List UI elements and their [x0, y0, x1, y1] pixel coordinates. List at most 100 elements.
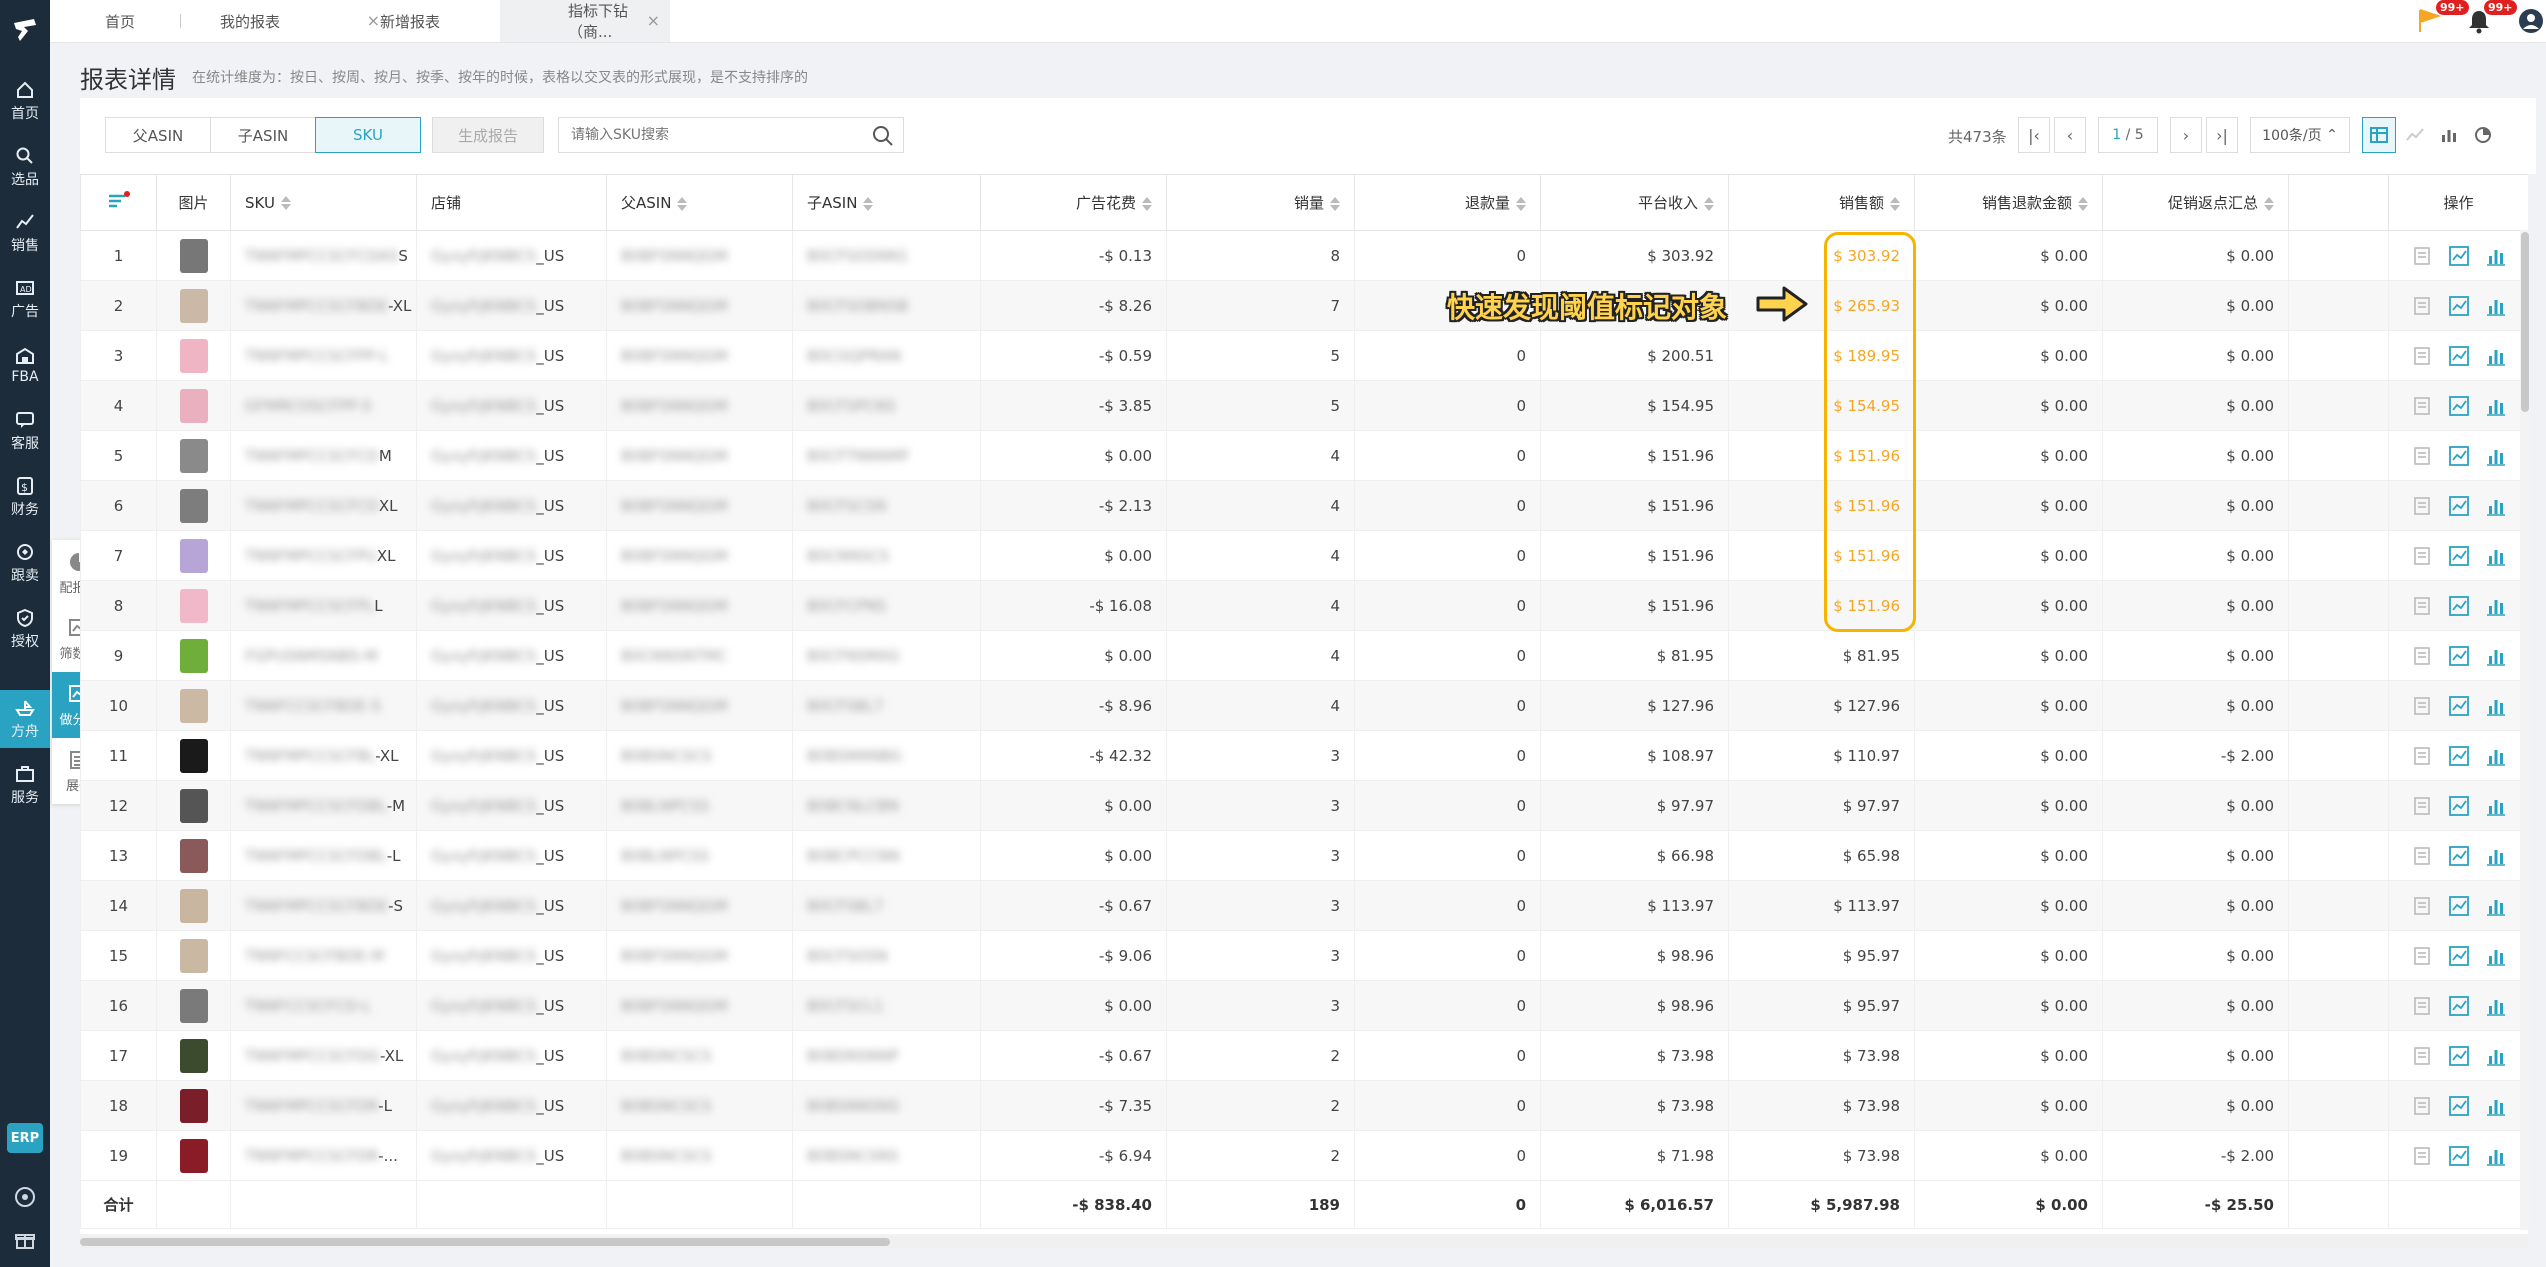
- table-row[interactable]: 4 GFMRCOSCFPP-S GyxyfrJKNBCS_US B0BFSNNQGM B…: [80, 380, 2528, 431]
- bar-chart-icon[interactable]: [2485, 245, 2507, 267]
- bar-chart-icon[interactable]: [2485, 945, 2507, 967]
- bar-chart-icon[interactable]: [2485, 895, 2507, 917]
- sort-icon[interactable]: [863, 197, 873, 211]
- trend-chart-icon[interactable]: [2448, 695, 2470, 717]
- detail-doc-icon[interactable]: [2411, 1095, 2433, 1117]
- trend-chart-icon[interactable]: [2448, 595, 2470, 617]
- sort-icon[interactable]: [2078, 197, 2088, 211]
- bar-chart-icon[interactable]: [2485, 795, 2507, 817]
- sort-icon[interactable]: [2264, 197, 2274, 211]
- table-row[interactable]: 17 TNNFMPCCSCFDG-XL GyxyfrJKNBCS_US B0BSNCS…: [80, 1030, 2528, 1081]
- product-image[interactable]: [156, 980, 231, 1031]
- table-row[interactable]: 1 TNNFMPCCSCFCDASS GyxyfrJKNBCS_US B0BFSNNQ…: [80, 230, 2528, 281]
- avatar[interactable]: [2516, 6, 2546, 36]
- bar-view-button[interactable]: [2432, 117, 2466, 153]
- product-image[interactable]: [156, 1030, 231, 1081]
- sort-icon[interactable]: [1704, 197, 1714, 211]
- trend-chart-icon[interactable]: [2448, 945, 2470, 967]
- product-image[interactable]: [156, 680, 231, 731]
- detail-doc-icon[interactable]: [2411, 345, 2433, 367]
- detail-doc-icon[interactable]: [2411, 995, 2433, 1017]
- detail-doc-icon[interactable]: [2411, 495, 2433, 517]
- bar-chart-icon[interactable]: [2485, 995, 2507, 1017]
- segment-parent-asin[interactable]: 父ASIN: [105, 117, 211, 153]
- erp-badge[interactable]: ERP: [7, 1123, 43, 1153]
- product-image[interactable]: [156, 530, 231, 581]
- bar-chart-icon[interactable]: [2485, 395, 2507, 417]
- sort-icon[interactable]: [1516, 197, 1526, 211]
- product-image[interactable]: [156, 1080, 231, 1131]
- product-image[interactable]: [156, 730, 231, 781]
- page-size-select[interactable]: 100条/页 ⌃: [2250, 117, 2350, 153]
- trend-chart-icon[interactable]: [2448, 445, 2470, 467]
- trend-chart-icon[interactable]: [2448, 1045, 2470, 1067]
- detail-doc-icon[interactable]: [2411, 395, 2433, 417]
- prev-page-button[interactable]: ‹: [2054, 117, 2086, 153]
- trend-chart-icon[interactable]: [2448, 845, 2470, 867]
- tab-home[interactable]: 首页: [85, 0, 205, 42]
- table-row[interactable]: 8 TNNFMPCCSCFPLL GyxyfrJKNBCS_US B0BFSNNQGM…: [80, 580, 2528, 631]
- bar-chart-icon[interactable]: [2485, 295, 2507, 317]
- page-number-input[interactable]: 1 / 5: [2098, 117, 2158, 153]
- nav-item-chart-line[interactable]: 销售: [0, 204, 50, 262]
- segment-child-asin[interactable]: 子ASIN: [210, 117, 316, 153]
- col-refund-qty[interactable]: 退款量: [1354, 174, 1541, 231]
- sort-icon[interactable]: [1890, 197, 1900, 211]
- table-row[interactable]: 11 TNNFMPCCSCFBL-XL GyxyfrJKNBCS_US B0BSNCS…: [80, 730, 2528, 781]
- trend-chart-icon[interactable]: [2448, 1145, 2470, 1167]
- help-icon[interactable]: [13, 1185, 37, 1209]
- product-image[interactable]: [156, 880, 231, 931]
- bar-chart-icon[interactable]: [2485, 845, 2507, 867]
- product-image[interactable]: [156, 480, 231, 531]
- product-image[interactable]: [156, 630, 231, 681]
- nav-item-warehouse[interactable]: FBA: [0, 336, 50, 394]
- column-settings[interactable]: [80, 174, 157, 231]
- first-page-button[interactable]: |‹: [2018, 117, 2050, 153]
- sort-icon[interactable]: [1142, 197, 1152, 211]
- nav-item-follow[interactable]: 跟卖: [0, 534, 50, 592]
- product-image[interactable]: [156, 230, 231, 281]
- product-image[interactable]: [156, 830, 231, 881]
- trend-chart-icon[interactable]: [2448, 895, 2470, 917]
- sort-icon[interactable]: [1330, 197, 1340, 211]
- product-image[interactable]: [156, 380, 231, 431]
- table-row[interactable]: 19 TNNFMPCCSCFDR-... GyxyfrJKNBCS_US B0BSNC…: [80, 1130, 2528, 1181]
- col-sku[interactable]: SKU: [230, 174, 417, 231]
- horizontal-scroll-thumb[interactable]: [80, 1238, 890, 1246]
- detail-doc-icon[interactable]: [2411, 245, 2433, 267]
- product-image[interactable]: [156, 580, 231, 631]
- close-icon[interactable]: ×: [647, 11, 660, 30]
- trend-chart-icon[interactable]: [2448, 1095, 2470, 1117]
- nav-item-search[interactable]: 选品: [0, 138, 50, 196]
- product-image[interactable]: [156, 780, 231, 831]
- detail-doc-icon[interactable]: [2411, 695, 2433, 717]
- trend-chart-icon[interactable]: [2448, 495, 2470, 517]
- col-promo-rebate[interactable]: 促销返点汇总: [2102, 174, 2289, 231]
- tab-metric-drilldown[interactable]: 指标下钻（商... ×: [500, 0, 670, 42]
- generate-report-button[interactable]: 生成报告: [432, 117, 544, 153]
- trend-chart-icon[interactable]: [2448, 295, 2470, 317]
- detail-doc-icon[interactable]: [2411, 795, 2433, 817]
- horizontal-scrollbar[interactable]: [80, 1236, 2528, 1248]
- product-image[interactable]: [156, 930, 231, 981]
- table-row[interactable]: 6 TNNFMPCCSCFCDXL GyxyfrJKNBCS_US B0BFSNNQG…: [80, 480, 2528, 531]
- table-row[interactable]: 5 TNNFMPCCSCFCDM GyxyfrJKNBCS_US B0BFSNNQGM…: [80, 430, 2528, 481]
- col-refund-amount[interactable]: 销售退款金额: [1914, 174, 2103, 231]
- table-row[interactable]: 14 TNNFMPCCSCFBDE-S GyxyfrJKNBCS_US B0BFSNN…: [80, 880, 2528, 931]
- app-logo[interactable]: [0, 8, 50, 52]
- sort-icon[interactable]: [281, 196, 291, 210]
- nav-item-home[interactable]: 首页: [0, 72, 50, 130]
- bar-chart-icon[interactable]: [2485, 745, 2507, 767]
- sku-search-input[interactable]: [558, 117, 904, 153]
- bar-chart-icon[interactable]: [2485, 445, 2507, 467]
- bar-chart-icon[interactable]: [2485, 545, 2507, 567]
- sort-icon[interactable]: [677, 197, 687, 211]
- product-image[interactable]: [156, 430, 231, 481]
- col-parent-asin[interactable]: 父ASIN: [606, 174, 793, 231]
- table-row[interactable]: 10 TNNFCCSCFBDE-S GyxyfrJKNBCS_US B0BFSNNQG…: [80, 680, 2528, 731]
- bar-chart-icon[interactable]: [2485, 495, 2507, 517]
- trend-chart-icon[interactable]: [2448, 345, 2470, 367]
- vertical-scrollbar[interactable]: [2520, 230, 2530, 1230]
- table-row[interactable]: 9 FGPUSNMSNBS-M GyxyfrJKNBCS_US B0CNNSNTMC B…: [80, 630, 2528, 681]
- col-ad-spend[interactable]: 广告花费: [980, 174, 1167, 231]
